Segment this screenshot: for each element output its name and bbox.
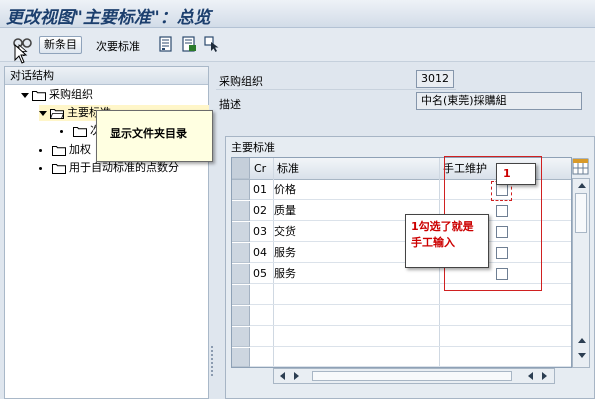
folder-directory-tooltip: 显示文件夹目录 xyxy=(96,110,213,162)
group-title: 主要标准 xyxy=(231,141,275,154)
purch-org-field: 3012 xyxy=(416,70,454,88)
criterion-cell: 价格 xyxy=(274,183,296,196)
row-selector[interactable] xyxy=(232,201,250,221)
purch-org-label: 采购组织 xyxy=(219,75,263,88)
scroll-right-icon[interactable] xyxy=(542,372,547,380)
annotation-number: 1 xyxy=(496,163,536,185)
criterion-cell: 质量 xyxy=(274,204,296,217)
row-selector[interactable] xyxy=(232,348,250,367)
new-entries-button[interactable]: 新条目 xyxy=(39,36,82,54)
row-selector[interactable] xyxy=(232,285,250,305)
row-selector[interactable] xyxy=(232,264,250,284)
description-field: 中名(東莞)採購組 xyxy=(416,92,582,110)
tree-item-secondary-criteria[interactable]: 次 xyxy=(60,123,101,139)
tree-item-label: 采购组织 xyxy=(49,88,93,101)
cr-cell: 05 xyxy=(253,267,267,280)
toolbar: 新条目 次要标准 xyxy=(0,28,595,62)
tree-item-points-scoring[interactable]: 用于自动标准的点数分 xyxy=(39,160,179,176)
annotation-note-line1: 1勾选了就是 xyxy=(411,220,474,233)
copy-icon[interactable] xyxy=(158,36,178,56)
divider xyxy=(216,89,456,90)
expand-arrow-icon[interactable] xyxy=(39,110,47,116)
annotation-note: 1勾选了就是 手工输入 xyxy=(405,214,489,268)
delete-icon[interactable] xyxy=(181,36,201,56)
criterion-cell: 服务 xyxy=(274,246,296,259)
bullet-icon xyxy=(39,148,42,152)
annotation-note-line2: 手工输入 xyxy=(411,236,455,249)
select-all-icon[interactable] xyxy=(204,36,224,56)
table-row-empty xyxy=(232,327,571,347)
folder-icon xyxy=(73,126,87,137)
bullet-icon xyxy=(39,166,42,170)
hscroll-thumb[interactable] xyxy=(312,371,512,381)
scroll-up-icon[interactable] xyxy=(578,183,586,188)
vertical-scrollbar[interactable] xyxy=(572,178,590,368)
tree-item-purch-org[interactable]: 采购组织 xyxy=(21,87,93,103)
scroll-left-end-icon[interactable] xyxy=(528,372,533,380)
row-selector[interactable] xyxy=(232,222,250,242)
criterion-cell: 服务 xyxy=(274,267,296,280)
bullet-icon xyxy=(60,129,63,133)
dialog-structure-header: 对话结构 xyxy=(5,67,208,85)
description-label: 描述 xyxy=(219,98,241,111)
folder-icon xyxy=(52,145,66,156)
column-header-cr[interactable]: Cr xyxy=(254,159,266,179)
mouse-cursor-icon xyxy=(14,43,30,67)
tree-item-label: 用于自动标准的点数分 xyxy=(69,161,179,174)
open-folder-icon xyxy=(50,108,64,119)
column-header-criterion[interactable]: 标准 xyxy=(277,159,299,179)
table-row-empty xyxy=(232,348,571,367)
scroll-left-icon[interactable] xyxy=(280,372,285,380)
row-selector[interactable] xyxy=(232,243,250,263)
row-selector[interactable] xyxy=(232,327,250,347)
cr-cell: 03 xyxy=(253,225,267,238)
scroll-down-icon[interactable] xyxy=(578,353,586,358)
expand-arrow-icon[interactable] xyxy=(21,92,29,98)
row-selector[interactable] xyxy=(232,306,250,326)
tree-item-weighting[interactable]: 加权 xyxy=(39,142,91,158)
secondary-criteria-button[interactable]: 次要标准 xyxy=(96,38,140,54)
tree-item-label: 加权 xyxy=(69,143,91,156)
table-settings-icon[interactable] xyxy=(572,158,589,178)
row-selector[interactable] xyxy=(232,180,250,200)
scroll-thumb[interactable] xyxy=(575,193,587,233)
table-row-empty xyxy=(232,306,571,326)
folder-icon xyxy=(52,163,66,174)
cr-cell: 01 xyxy=(253,183,267,196)
select-all-rows[interactable] xyxy=(232,158,250,179)
folder-icon xyxy=(32,90,46,101)
scroll-page-up-icon[interactable] xyxy=(578,338,586,343)
horizontal-scrollbar[interactable] xyxy=(273,368,555,384)
cr-cell: 02 xyxy=(253,204,267,217)
criterion-cell: 交货 xyxy=(274,225,296,238)
title-bar: 更改视图"主要标准"：总览 xyxy=(0,0,595,28)
window-title: 更改视图"主要标准"：总览 xyxy=(6,8,211,28)
scroll-right-small-icon[interactable] xyxy=(294,372,299,380)
cr-cell: 04 xyxy=(253,246,267,259)
